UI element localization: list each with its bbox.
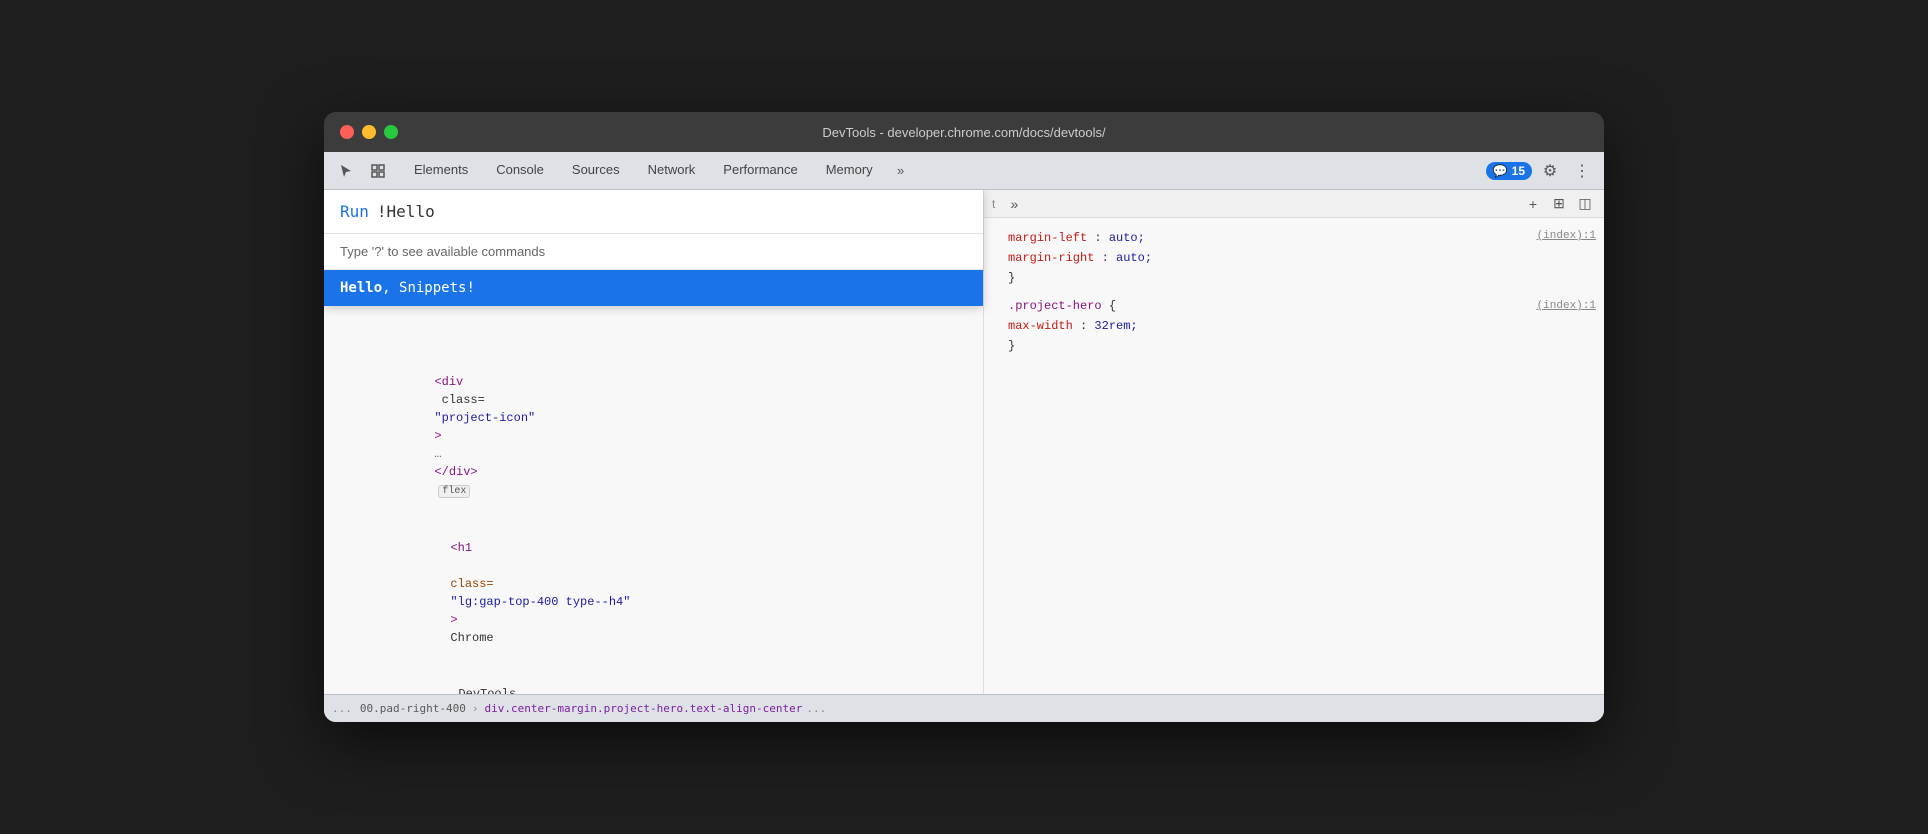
more-tabs-button[interactable]: »	[887, 157, 915, 185]
tab-network[interactable]: Network	[634, 152, 710, 190]
style-block: (index):1 margin-left : auto; margin-rig…	[992, 226, 1596, 288]
style-line: margin-right : auto;	[992, 248, 1596, 268]
sidebar-icon: ◫	[1578, 195, 1591, 212]
styles-content: (index):1 margin-left : auto; margin-rig…	[984, 218, 1604, 694]
filter-icon: ⊞	[1553, 195, 1565, 212]
tab-sources[interactable]: Sources	[558, 152, 634, 190]
style-value: auto;	[1116, 251, 1152, 265]
flex-badge: flex	[438, 485, 470, 498]
tab-elements[interactable]: Elements	[400, 152, 482, 190]
run-label: Run	[340, 202, 369, 221]
style-property: margin-left	[1008, 231, 1087, 245]
right-panel: t » + ⊞ ◫	[984, 190, 1604, 694]
style-value: 32rem;	[1094, 319, 1137, 333]
window-title: DevTools - developer.chrome.com/docs/dev…	[822, 125, 1105, 140]
style-close-brace: }	[992, 336, 1596, 356]
cursor-icon[interactable]	[332, 157, 360, 185]
close-button[interactable]	[340, 125, 354, 139]
html-line: <div class= "project-icon" > … </div> fl…	[324, 354, 983, 520]
console-icon: 💬	[1493, 164, 1508, 178]
tabbar-left-controls	[332, 157, 392, 185]
add-style-button[interactable]: +	[1522, 193, 1544, 215]
style-close-brace: }	[992, 268, 1596, 288]
style-selector: .project-hero	[1008, 299, 1109, 313]
html-line: <h1 class= "lg:gap-top-400 type--h4" > C…	[324, 520, 983, 666]
html-line: DevTools </h1>	[324, 666, 983, 694]
style-line: (index):1 .project-hero {	[992, 296, 1596, 316]
styles-more-label: t	[992, 197, 995, 211]
settings-button[interactable]: ⚙	[1536, 157, 1564, 185]
more-panels-icon: »	[1010, 196, 1018, 212]
plus-icon: +	[1529, 196, 1537, 212]
titlebar: DevTools - developer.chrome.com/docs/dev…	[324, 112, 1604, 152]
style-property: margin-right	[1008, 251, 1094, 265]
more-options-button[interactable]: ⋮	[1568, 157, 1596, 185]
autocomplete-normal: , Snippets!	[382, 280, 475, 296]
autocomplete-bold: Hello	[340, 280, 382, 296]
style-property: max-width	[1008, 319, 1073, 333]
devtools-panel: Elements Console Sources Network Perform…	[324, 152, 1604, 722]
breadcrumb-dots-left: ...	[332, 702, 352, 715]
run-command-hint: Type '?' to see available commands	[324, 234, 983, 270]
style-value: auto;	[1109, 231, 1145, 245]
traffic-lights	[340, 125, 398, 139]
tabbar-right: 💬 15 ⚙ ⋮	[1486, 157, 1596, 185]
devtools-window: DevTools - developer.chrome.com/docs/dev…	[324, 112, 1604, 722]
more-panels-button[interactable]: »	[1003, 193, 1025, 215]
breadcrumb-item-2[interactable]: div.center-margin.project-hero.text-alig…	[484, 702, 802, 715]
main-content: Run Type '?' to see available commands H…	[324, 190, 1604, 694]
tab-console[interactable]: Console	[482, 152, 558, 190]
breadcrumb-item-1[interactable]: 00.pad-right-400	[360, 702, 466, 715]
filter-styles-button[interactable]: ⊞	[1548, 193, 1570, 215]
console-badge[interactable]: 💬 15	[1486, 162, 1532, 180]
autocomplete-item-hello[interactable]: Hello, Snippets!	[324, 270, 983, 306]
style-source[interactable]: (index):1	[1537, 227, 1596, 245]
maximize-button[interactable]	[384, 125, 398, 139]
inspect-icon[interactable]	[364, 157, 392, 185]
html-panel: <div class= "project-icon" > … </div> fl…	[324, 350, 983, 694]
kebab-menu-icon: ⋮	[1574, 161, 1590, 181]
breadcrumb-dots-right: ...	[806, 702, 826, 715]
right-panel-header: t » + ⊞ ◫	[984, 190, 1604, 218]
style-line: max-width : 32rem;	[992, 316, 1596, 336]
left-panel: Run Type '?' to see available commands H…	[324, 190, 984, 694]
run-command-overlay: Run Type '?' to see available commands H…	[324, 190, 983, 306]
tab-performance[interactable]: Performance	[709, 152, 811, 190]
style-line: margin-left : auto;	[992, 228, 1596, 248]
toggle-sidebar-button[interactable]: ◫	[1574, 193, 1596, 215]
run-command-input-row: Run	[324, 190, 983, 234]
style-source[interactable]: (index):1	[1537, 297, 1596, 315]
tabbar: Elements Console Sources Network Perform…	[324, 152, 1604, 190]
run-command-input[interactable]	[377, 202, 967, 221]
statusbar: ... 00.pad-right-400 › div.center-margin…	[324, 694, 1604, 722]
gear-icon: ⚙	[1543, 161, 1557, 181]
style-block: (index):1 .project-hero { max-width : 32…	[992, 296, 1596, 356]
minimize-button[interactable]	[362, 125, 376, 139]
tab-memory[interactable]: Memory	[812, 152, 887, 190]
